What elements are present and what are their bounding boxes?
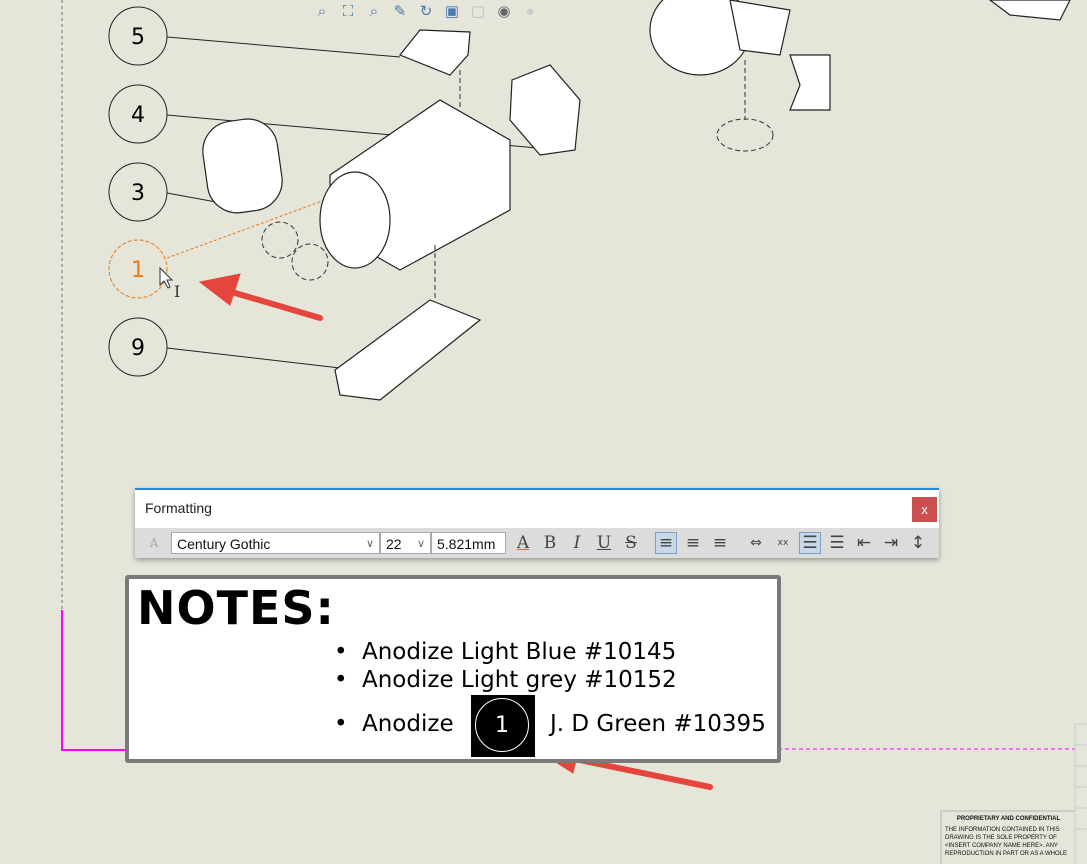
increase-indent-button[interactable]: ⇥ — [880, 532, 902, 554]
align-right-button[interactable]: ≡ — [709, 532, 731, 554]
balloon-1-selected[interactable]: 1 — [108, 239, 168, 299]
part-9 — [334, 299, 482, 401]
bullet: • — [334, 711, 348, 737]
balloon-5[interactable]: 5 — [108, 6, 168, 66]
align-center-button[interactable]: ≡ — [682, 532, 704, 554]
zoom-selection-icon[interactable]: ⌕ — [364, 1, 384, 21]
note-item[interactable]: • Anodize — [334, 711, 454, 737]
annotation-arrow-top — [198, 273, 323, 321]
note-item[interactable]: • Anodize Light Blue #10145 — [334, 639, 676, 665]
decrease-indent-button[interactable]: ⇤ — [853, 532, 875, 554]
housing-end — [319, 171, 391, 269]
align-left-button[interactable]: ≡ — [655, 532, 677, 554]
balloon-3[interactable]: 3 — [108, 162, 168, 222]
zoom-to-area-icon[interactable]: ⛶ — [338, 1, 358, 21]
underline-button[interactable]: U — [593, 532, 615, 554]
part-top-right — [989, 0, 1071, 21]
svg-text:5: 5 — [131, 25, 145, 50]
notes-box[interactable]: NOTES: • Anodize Light Blue #10145 • Anodi… — [125, 575, 781, 763]
rotate-icon[interactable]: ↻ — [416, 1, 436, 21]
height-value: 5.821mm — [437, 536, 496, 552]
chevron-down-icon: ∨ — [365, 538, 374, 550]
hide-show-icon[interactable]: ◉ — [494, 1, 514, 21]
note-text-suffix: J. D Green #10395 — [550, 711, 766, 737]
zoom-to-fit-icon[interactable]: ⌕ — [312, 1, 332, 21]
display-style-icon[interactable]: ▢ — [468, 1, 488, 21]
chevron-down-icon: ∨ — [416, 538, 425, 550]
close-button[interactable]: x — [912, 497, 937, 522]
formatting-toolbar: Formatting x A Century Gothic ∨ 22 ∨ 5.821… — [135, 488, 939, 558]
strikethrough-button[interactable]: S — [620, 532, 642, 554]
title-block: PROPRIETARY AND CONFIDENTIAL THE INFORMA… — [940, 810, 1075, 864]
note-text: Anodize Light Blue #10145 — [362, 639, 677, 665]
notes-heading: NOTES: — [137, 581, 335, 635]
balloon-4[interactable]: 4 — [108, 84, 168, 144]
formatting-controls: A Century Gothic ∨ 22 ∨ 5.821mm A B I U S … — [135, 528, 939, 558]
part-bracket — [729, 0, 791, 56]
font-select[interactable]: Century Gothic ∨ — [171, 532, 380, 554]
svg-text:1: 1 — [131, 258, 145, 283]
bullet: • — [334, 667, 348, 693]
mouse-cursor-icon — [159, 266, 174, 289]
part-clip — [789, 54, 831, 111]
title-block-heading: PROPRIETARY AND CONFIDENTIAL — [956, 816, 1061, 822]
numbering-button[interactable]: ☰ — [826, 532, 848, 554]
inline-balloon-number: 1 — [475, 698, 529, 752]
svg-text:4: 4 — [131, 103, 145, 128]
bullet: • — [334, 639, 348, 665]
note-text: Anodize Light grey #10152 — [362, 667, 677, 693]
part-5 — [399, 29, 471, 76]
italic-button[interactable]: I — [566, 532, 588, 554]
balloon-9[interactable]: 9 — [108, 317, 168, 377]
line-spacing-button[interactable]: ↕ — [907, 532, 929, 554]
note-text: Anodize — [362, 711, 454, 737]
exploded-assembly[interactable] — [199, 0, 1071, 401]
view-orientation-icon[interactable]: ▣ — [442, 1, 462, 21]
formatting-title: Formatting — [145, 500, 212, 516]
fit-text-button[interactable]: ⇔ — [745, 532, 767, 554]
title-block-text: THE INFORMATION CONTAINED IN THIS DRAWIN… — [945, 827, 1068, 857]
title-block-grid — [1074, 723, 1087, 864]
note-item[interactable]: • Anodize Light grey #10152 — [334, 667, 677, 693]
font-value: Century Gothic — [177, 536, 271, 552]
svg-text:9: 9 — [131, 336, 145, 361]
font-color-button[interactable]: A — [512, 532, 534, 554]
size-select[interactable]: 22 ∨ — [380, 532, 431, 554]
bold-button[interactable]: B — [539, 532, 561, 554]
pan-icon[interactable]: ✎ — [390, 1, 410, 21]
appearance-icon[interactable]: ● — [520, 1, 540, 21]
size-value: 22 — [386, 536, 402, 552]
text-style-icon[interactable]: A — [143, 532, 165, 554]
height-input[interactable]: 5.821mm — [431, 532, 506, 554]
svg-text:3: 3 — [131, 181, 145, 206]
text-cursor-icon: I — [174, 282, 180, 301]
bullets-button[interactable]: ☰ — [799, 532, 821, 554]
inline-balloon[interactable]: 1 — [471, 695, 535, 757]
part-4 — [509, 64, 581, 156]
heads-up-view-toolbar: ⌕ ⛶ ⌕ ✎ ↻ ▣ ▢ ◉ ● — [312, 1, 540, 21]
stack-button[interactable]: xx — [772, 532, 794, 554]
sheet-border — [61, 610, 125, 751]
